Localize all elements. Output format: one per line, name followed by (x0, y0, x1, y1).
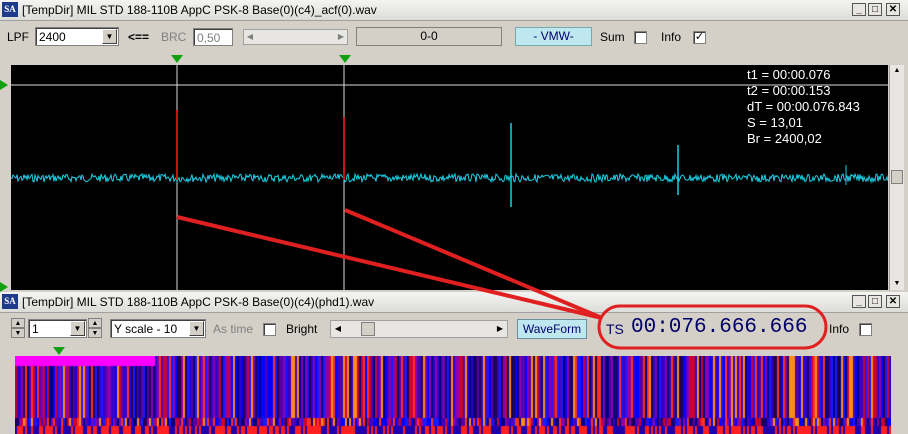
position-marker-icon[interactable] (53, 347, 65, 355)
vmw-label: - VMW- (533, 29, 574, 43)
t2-marker-icon[interactable] (339, 55, 351, 63)
position-slider[interactable]: ◀ ▶ (330, 320, 508, 338)
waveform-button-label: WaveForm (522, 322, 582, 336)
as-time-label: As time (213, 322, 254, 336)
spin-up-down-control[interactable]: ▲ ▼ (11, 318, 25, 339)
minimize-button[interactable]: _ (852, 3, 866, 16)
ts-label: TS (606, 321, 624, 337)
bright-label: Bright (286, 322, 318, 336)
s-readout: S = 13,01 (747, 115, 804, 130)
slider-left-arrow-icon[interactable]: ◀ (331, 321, 345, 337)
lpf-label: LPF (7, 30, 30, 44)
chevron-down-icon[interactable]: ▼ (70, 321, 85, 336)
scroll-down-icon[interactable]: ▼ (890, 278, 904, 290)
brc-value: 0,50 (197, 31, 221, 45)
scroll-thumb[interactable] (891, 170, 903, 184)
chevron-down-icon[interactable]: ▼ (189, 321, 204, 336)
lpf-select[interactable]: 2400 ▼ (35, 27, 119, 46)
spin-up-icon[interactable]: ▲ (88, 318, 102, 328)
phd-heatmap[interactable] (15, 356, 891, 434)
acf-window: SA [TempDir] MIL STD 188-110B AppC PSK-8… (0, 0, 908, 292)
acf-window-title: [TempDir] MIL STD 188-110B AppC PSK-8 Ba… (22, 3, 377, 17)
yscale-value: Y scale - 10 (114, 322, 178, 336)
channel-select[interactable]: 1 ▼ (28, 319, 87, 338)
close-button[interactable]: ✕ (886, 295, 900, 308)
phd-window: SA [TempDir] MIL STD 188-110B AppC PSK-8… (0, 292, 908, 434)
phd-titlebar[interactable]: SA [TempDir] MIL STD 188-110B AppC PSK-8… (0, 292, 908, 313)
phd-heatmap-canvas (15, 356, 891, 434)
maximize-button[interactable]: □ (868, 3, 882, 16)
scroll-up-icon[interactable]: ▲ (890, 65, 904, 77)
acf-vertical-scrollbar[interactable]: ▲ ▼ (889, 65, 904, 290)
range-display: 0-0 (356, 27, 502, 46)
app-icon: SA (2, 2, 18, 17)
brc-label: BRC (161, 30, 187, 44)
slider-left-arrow-icon[interactable]: ◀ (244, 30, 256, 44)
maximize-button[interactable]: □ (868, 295, 882, 308)
app-icon: SA (2, 294, 18, 309)
acf-plot-area[interactable]: t1 = 00:00.076 t2 = 00:00.153 dT = 00:00… (11, 65, 888, 290)
bottom-level-marker-icon[interactable] (0, 282, 8, 292)
phd-window-title: [TempDir] MIL STD 188-110B AppC PSK-8 Ba… (22, 295, 375, 309)
slider-right-arrow-icon[interactable]: ▶ (493, 321, 507, 337)
brc-input[interactable]: 0,50 (193, 28, 233, 46)
info-label: Info (829, 322, 850, 336)
spin-up-icon[interactable]: ▲ (11, 318, 25, 328)
apply-arrow-button[interactable]: <== (128, 30, 149, 44)
sum-label: Sum (600, 30, 625, 44)
spin-right-control[interactable]: ▲ ▼ (88, 318, 102, 339)
range-value: 0-0 (420, 29, 438, 43)
t2-readout: t2 = 00:00.153 (747, 83, 831, 98)
vmw-button[interactable]: - VMW- (515, 27, 592, 46)
slider-right-arrow-icon[interactable]: ▶ (335, 30, 347, 44)
br-readout: Br = 2400,02 (747, 131, 822, 146)
waveform-button[interactable]: WaveForm (517, 319, 587, 339)
minimize-button[interactable]: _ (852, 295, 866, 308)
info-checkbox[interactable] (859, 323, 872, 336)
acf-titlebar[interactable]: SA [TempDir] MIL STD 188-110B AppC PSK-8… (0, 0, 908, 21)
as-time-checkbox[interactable] (263, 323, 276, 336)
dt-readout: dT = 00:00.076.843 (747, 99, 860, 114)
lpf-value: 2400 (39, 30, 66, 44)
spin-down-icon[interactable]: ▼ (11, 328, 25, 338)
info-label: Info (661, 30, 682, 44)
brc-slider[interactable]: ◀ ▶ (243, 29, 348, 45)
sum-checkbox[interactable] (634, 31, 647, 44)
close-button[interactable]: ✕ (886, 3, 900, 16)
spin-down-icon[interactable]: ▼ (88, 328, 102, 338)
yscale-select[interactable]: Y scale - 10 ▼ (110, 319, 206, 338)
slider-thumb[interactable] (361, 322, 375, 336)
chevron-down-icon[interactable]: ▼ (102, 29, 117, 44)
level-marker-icon[interactable] (0, 80, 8, 90)
ts-value: 00:076.666.666 (631, 316, 808, 339)
info-checkbox[interactable]: ✓ (693, 31, 706, 44)
t1-marker-icon[interactable] (171, 55, 183, 63)
t1-readout: t1 = 00:00.076 (747, 67, 831, 82)
channel-value: 1 (32, 322, 39, 336)
